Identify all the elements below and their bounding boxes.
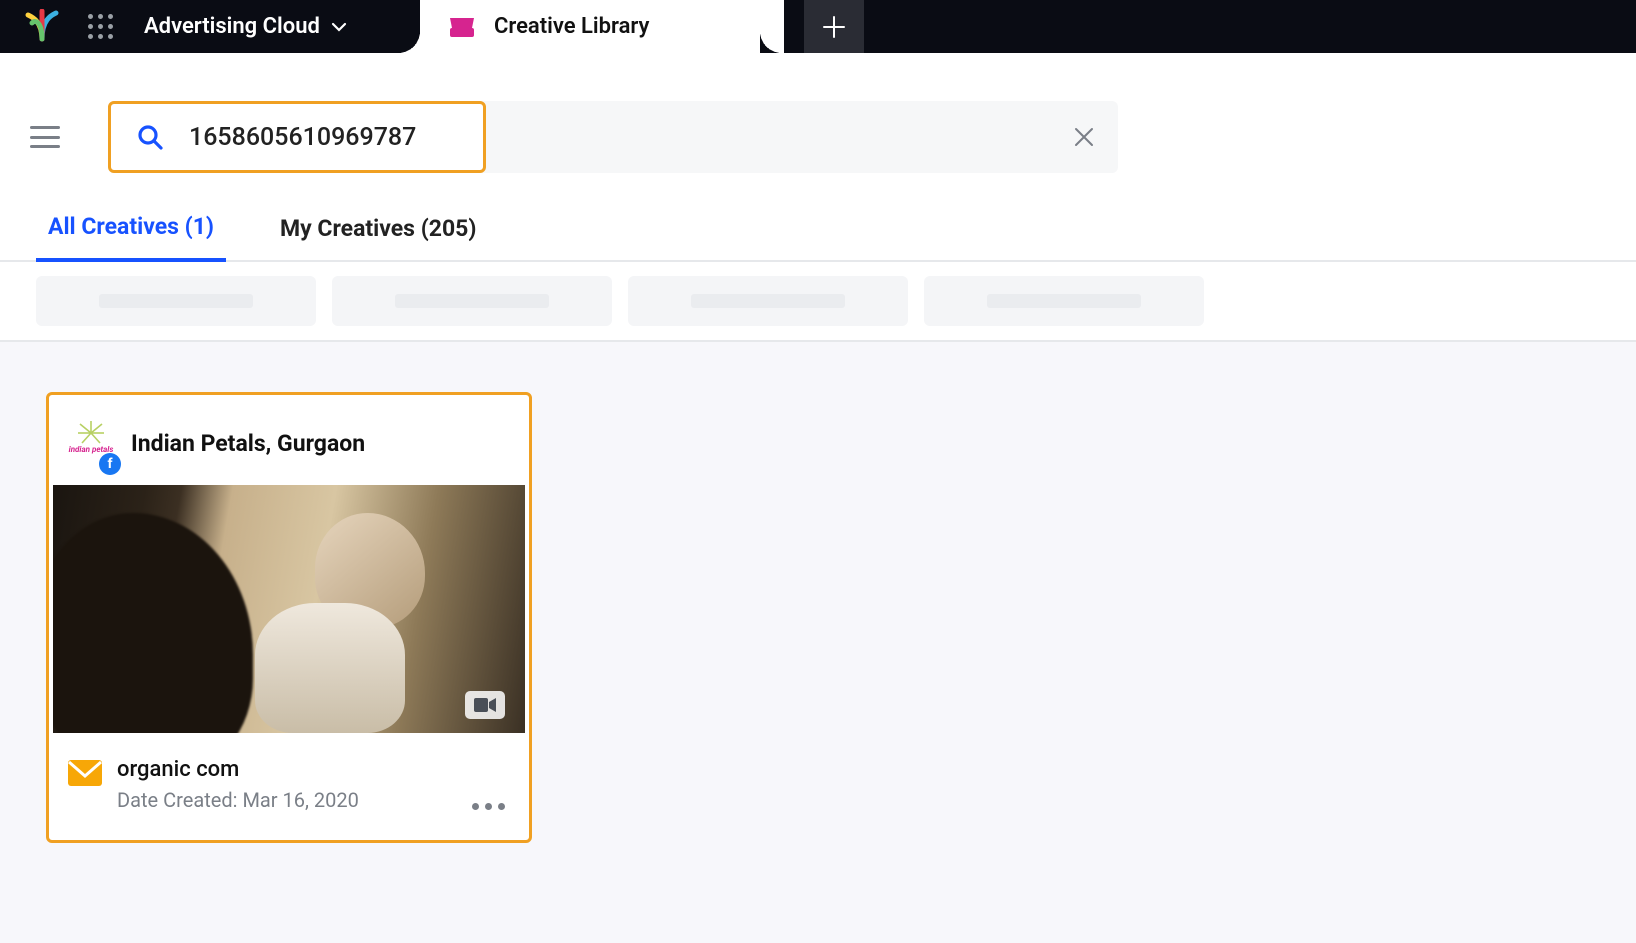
brand-logo-icon[interactable] <box>24 9 60 45</box>
filter-chip-placeholder[interactable] <box>332 276 612 326</box>
add-tab-button[interactable] <box>804 0 864 53</box>
filter-row <box>0 262 1636 342</box>
page-name: Indian Petals, Gurgaon <box>131 430 365 457</box>
creative-card[interactable]: indian petals f Indian Petals, Gurgaon o… <box>46 392 532 843</box>
results-grid: indian petals f Indian Petals, Gurgaon o… <box>0 342 1636 943</box>
filter-chip-placeholder[interactable] <box>924 276 1204 326</box>
avatar-caption: indian petals <box>69 445 114 454</box>
more-actions-button[interactable] <box>472 803 505 810</box>
search-input[interactable] <box>189 123 449 152</box>
page-avatar: indian petals f <box>63 415 119 471</box>
view-tabs: All Creatives (1) My Creatives (205) <box>0 213 1636 262</box>
creative-name: organic com <box>117 757 359 782</box>
card-footer: organic com Date Created: Mar 16, 2020 <box>49 733 529 840</box>
tab-creative-library[interactable]: Creative Library <box>420 0 784 53</box>
brand-area: Advertising Cloud <box>0 0 420 53</box>
close-icon <box>1073 126 1095 148</box>
tab-my-creatives[interactable]: My Creatives (205) <box>268 215 488 260</box>
video-badge-icon <box>465 691 505 719</box>
top-bar: Advertising Cloud Creative Library <box>0 0 1636 53</box>
search-icon <box>137 124 163 150</box>
card-header: indian petals f Indian Petals, Gurgaon <box>49 395 529 485</box>
chevron-down-icon <box>330 18 348 36</box>
search-bar <box>108 101 1118 173</box>
mail-icon <box>67 759 103 787</box>
product-name-label: Advertising Cloud <box>144 14 320 39</box>
creative-thumbnail[interactable] <box>53 485 525 733</box>
search-active-chip[interactable] <box>108 101 486 173</box>
tab-all-creatives[interactable]: All Creatives (1) <box>36 213 226 262</box>
clear-search-button[interactable] <box>1070 123 1098 151</box>
filter-chip-placeholder[interactable] <box>36 276 316 326</box>
facebook-badge-icon: f <box>99 453 121 475</box>
plus-icon <box>820 13 848 41</box>
product-switcher[interactable]: Advertising Cloud <box>144 14 348 39</box>
tab-title: Creative Library <box>494 14 649 39</box>
tab-strip-right <box>784 0 864 53</box>
app-switcher-icon[interactable] <box>88 14 114 40</box>
inbox-icon <box>448 16 476 38</box>
search-row <box>0 101 1636 173</box>
menu-toggle-button[interactable] <box>30 126 60 148</box>
creative-date: Date Created: Mar 16, 2020 <box>117 788 359 812</box>
filter-chip-placeholder[interactable] <box>628 276 908 326</box>
